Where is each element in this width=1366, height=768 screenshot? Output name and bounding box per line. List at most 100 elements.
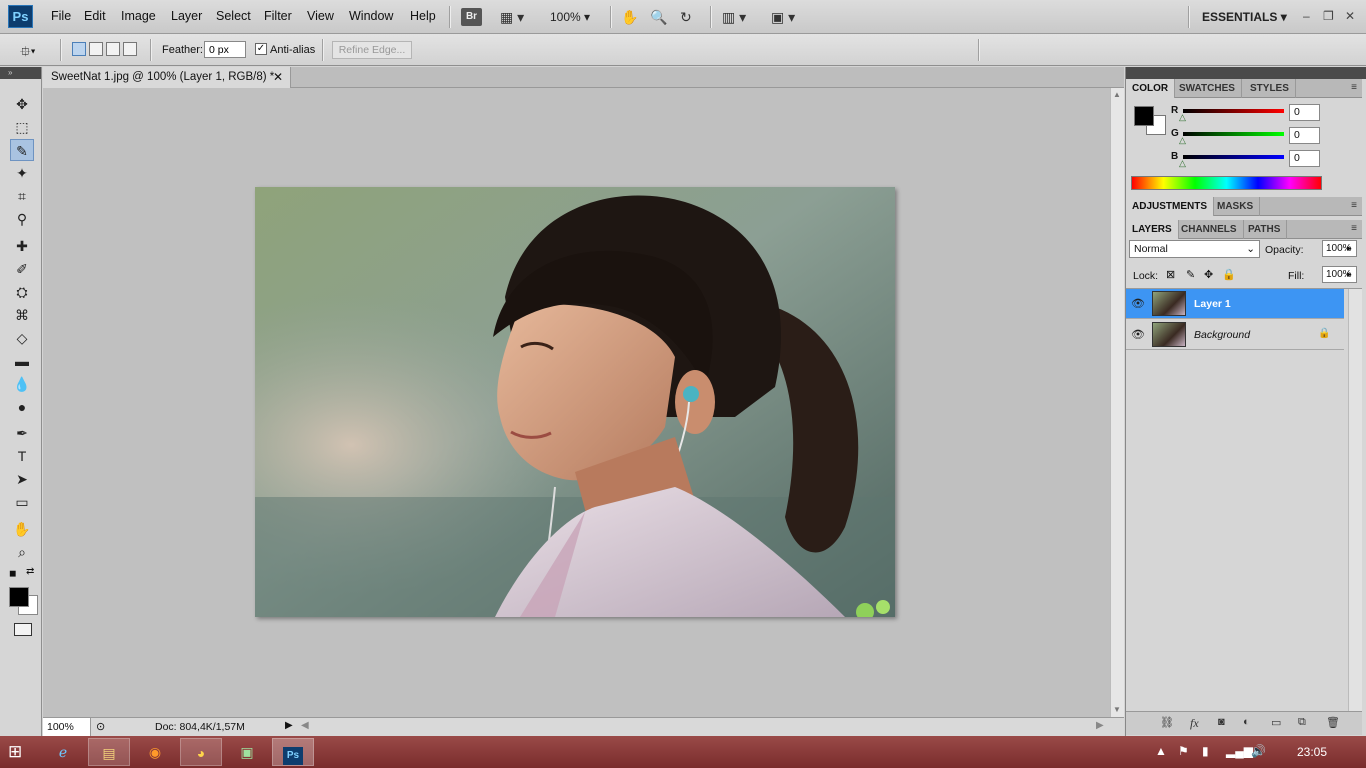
menu-view[interactable]: View bbox=[307, 9, 334, 23]
tab-channels[interactable]: CHANNELS bbox=[1175, 220, 1244, 239]
brush-tool-icon[interactable]: ✐ bbox=[10, 258, 34, 280]
scroll-right-icon[interactable]: ▶ bbox=[1096, 720, 1104, 731]
blur-tool-icon[interactable]: 💧 bbox=[10, 373, 34, 395]
rotate-view-icon[interactable]: ↻ bbox=[680, 7, 692, 27]
quick-mask-icon[interactable] bbox=[14, 623, 32, 636]
healing-brush-tool-icon[interactable]: ✚ bbox=[10, 235, 34, 257]
canvas-area[interactable] bbox=[43, 88, 1110, 717]
crop-tool-icon[interactable]: ⌗ bbox=[10, 185, 34, 207]
lock-all-icon[interactable]: 🔒 bbox=[1222, 268, 1236, 281]
internet-explorer-icon[interactable]: ℯ bbox=[42, 738, 84, 766]
anti-alias-checkbox[interactable]: ✓ bbox=[255, 43, 267, 55]
subtract-selection-mode-icon[interactable] bbox=[106, 42, 120, 56]
menu-edit[interactable]: Edit bbox=[84, 9, 106, 23]
zoom-status-field[interactable]: 100% bbox=[43, 718, 91, 736]
tools-panel-header[interactable]: » bbox=[0, 67, 41, 79]
move-tool-icon[interactable]: ✥ bbox=[10, 93, 34, 115]
tab-color[interactable]: COLOR bbox=[1126, 79, 1176, 98]
status-info-menu-icon[interactable]: ▶ bbox=[285, 720, 293, 731]
delete-layer-icon[interactable]: 🗑 bbox=[1326, 716, 1340, 729]
document-image[interactable] bbox=[255, 187, 895, 617]
scroll-left-icon[interactable]: ◀ bbox=[301, 720, 309, 731]
panel-dock-header[interactable] bbox=[1126, 67, 1366, 79]
scroll-up-icon[interactable]: ▲ bbox=[1113, 90, 1121, 99]
layer-name[interactable]: Layer 1 bbox=[1194, 298, 1231, 310]
tab-styles[interactable]: STYLES bbox=[1244, 79, 1296, 98]
document-tab[interactable]: SweetNat 1.jpg @ 100% (Layer 1, RGB/8) *… bbox=[43, 67, 291, 88]
tab-masks[interactable]: MASKS bbox=[1211, 197, 1261, 216]
taskbar-clock[interactable]: 23:05 bbox=[1297, 745, 1327, 759]
screen-mode-icon[interactable]: ▣ ▾ bbox=[771, 7, 795, 27]
adjustment-layer-icon[interactable]: ◐ bbox=[1243, 716, 1250, 728]
dodge-tool-icon[interactable]: ● bbox=[10, 396, 34, 418]
marquee-tool-icon[interactable]: ⬚ bbox=[10, 116, 34, 138]
panel-menu-icon[interactable]: ≡ bbox=[1351, 82, 1357, 93]
lock-position-icon[interactable]: ✥ bbox=[1204, 268, 1213, 281]
vertical-scrollbar[interactable]: ▲ ▼ bbox=[1110, 88, 1124, 717]
firefox-icon[interactable]: ◉ bbox=[134, 738, 176, 766]
color-spectrum-ramp[interactable] bbox=[1131, 176, 1322, 190]
tab-paths[interactable]: PATHS bbox=[1242, 220, 1288, 239]
blend-mode-select[interactable]: Normal ⌄ bbox=[1129, 240, 1260, 258]
layer-style-fx-icon[interactable]: fx bbox=[1190, 716, 1199, 731]
lasso-tool-icon[interactable]: ✎ bbox=[10, 139, 34, 161]
foreground-color-swatch[interactable] bbox=[9, 587, 29, 607]
lock-transparency-icon[interactable]: ⊠ bbox=[1166, 268, 1175, 281]
green-slider[interactable] bbox=[1183, 132, 1284, 136]
workspace-switcher[interactable]: ESSENTIALS ▾ bbox=[1202, 10, 1287, 24]
swap-colors-icon[interactable]: ⇄ bbox=[26, 566, 34, 577]
fill-slider-icon[interactable]: ▸ bbox=[1347, 269, 1352, 280]
network-signal-icon[interactable]: ▂▄▆ bbox=[1226, 744, 1253, 758]
blue-slider[interactable] bbox=[1183, 155, 1284, 159]
feather-input[interactable] bbox=[204, 41, 246, 58]
refine-edge-button[interactable]: Refine Edge... bbox=[332, 41, 412, 59]
menu-help[interactable]: Help bbox=[410, 9, 436, 23]
monitor-app-icon[interactable]: ▣ bbox=[226, 738, 268, 766]
menu-layer[interactable]: Layer bbox=[171, 9, 202, 23]
opacity-slider-icon[interactable]: ▸ bbox=[1347, 243, 1352, 254]
color-panel-foreground-swatch[interactable] bbox=[1134, 106, 1154, 126]
visibility-eye-icon[interactable]: 👁 bbox=[1131, 328, 1145, 341]
zoom-tool-icon[interactable]: ⌕ bbox=[10, 541, 34, 563]
status-menu-icon[interactable]: ⊙ bbox=[96, 720, 105, 733]
layer-row-layer-1[interactable]: 👁 Layer 1 bbox=[1126, 289, 1344, 319]
eraser-tool-icon[interactable]: ◇ bbox=[10, 327, 34, 349]
path-selection-tool-icon[interactable]: ➤ bbox=[10, 468, 34, 490]
polygonal-lasso-preset-icon[interactable]: ⯐▾ bbox=[20, 41, 36, 65]
blue-slider-handle-icon[interactable]: △ bbox=[1179, 158, 1186, 169]
magic-wand-tool-icon[interactable]: ✦ bbox=[10, 162, 34, 184]
link-layers-icon[interactable]: ⛓ bbox=[1160, 716, 1174, 729]
menu-select[interactable]: Select bbox=[216, 9, 251, 23]
layer-row-background[interactable]: 👁 Background 🔒 bbox=[1126, 320, 1344, 350]
pen-tool-icon[interactable]: ✒ bbox=[10, 422, 34, 444]
minimize-icon[interactable]: – bbox=[1303, 9, 1310, 23]
type-tool-icon[interactable]: T bbox=[10, 445, 34, 467]
eyedropper-tool-icon[interactable]: ⚲ bbox=[10, 208, 34, 230]
panel-menu-icon[interactable]: ≡ bbox=[1351, 200, 1357, 211]
red-slider-handle-icon[interactable]: △ bbox=[1179, 112, 1186, 123]
clone-stamp-tool-icon[interactable]: ⛭ bbox=[10, 281, 34, 303]
action-center-flag-icon[interactable]: ⚑ bbox=[1178, 744, 1189, 758]
new-layer-icon[interactable]: ⧉ bbox=[1298, 716, 1306, 729]
red-value-field[interactable]: 0 bbox=[1289, 104, 1320, 121]
menu-window[interactable]: Window bbox=[349, 9, 393, 23]
history-brush-tool-icon[interactable]: ⌘ bbox=[10, 304, 34, 326]
new-selection-mode-icon[interactable] bbox=[72, 42, 86, 56]
new-group-icon[interactable]: ▭ bbox=[1271, 716, 1281, 729]
zoom-tool-icon[interactable]: 🔍 bbox=[650, 7, 667, 27]
red-slider[interactable] bbox=[1183, 109, 1284, 113]
default-colors-icon[interactable]: ◼ bbox=[9, 568, 16, 579]
intersect-selection-mode-icon[interactable] bbox=[123, 42, 137, 56]
blue-value-field[interactable]: 0 bbox=[1289, 150, 1320, 167]
hand-tool-icon[interactable]: ✋ bbox=[10, 518, 34, 540]
zoom-level-menu[interactable]: 100% ▾ bbox=[550, 10, 590, 24]
lock-pixels-icon[interactable]: ✎ bbox=[1186, 268, 1195, 281]
chrome-icon[interactable]: ◕ bbox=[180, 738, 222, 766]
windows-start-icon[interactable]: ⊞ bbox=[8, 742, 22, 762]
close-document-icon[interactable]: ✕ bbox=[273, 67, 283, 87]
layer-name[interactable]: Background bbox=[1194, 329, 1250, 341]
menu-filter[interactable]: Filter bbox=[264, 9, 292, 23]
add-mask-icon[interactable]: ◙ bbox=[1218, 716, 1225, 728]
view-extras-icon[interactable]: ▦ ▾ bbox=[500, 7, 524, 27]
green-slider-handle-icon[interactable]: △ bbox=[1179, 135, 1186, 146]
